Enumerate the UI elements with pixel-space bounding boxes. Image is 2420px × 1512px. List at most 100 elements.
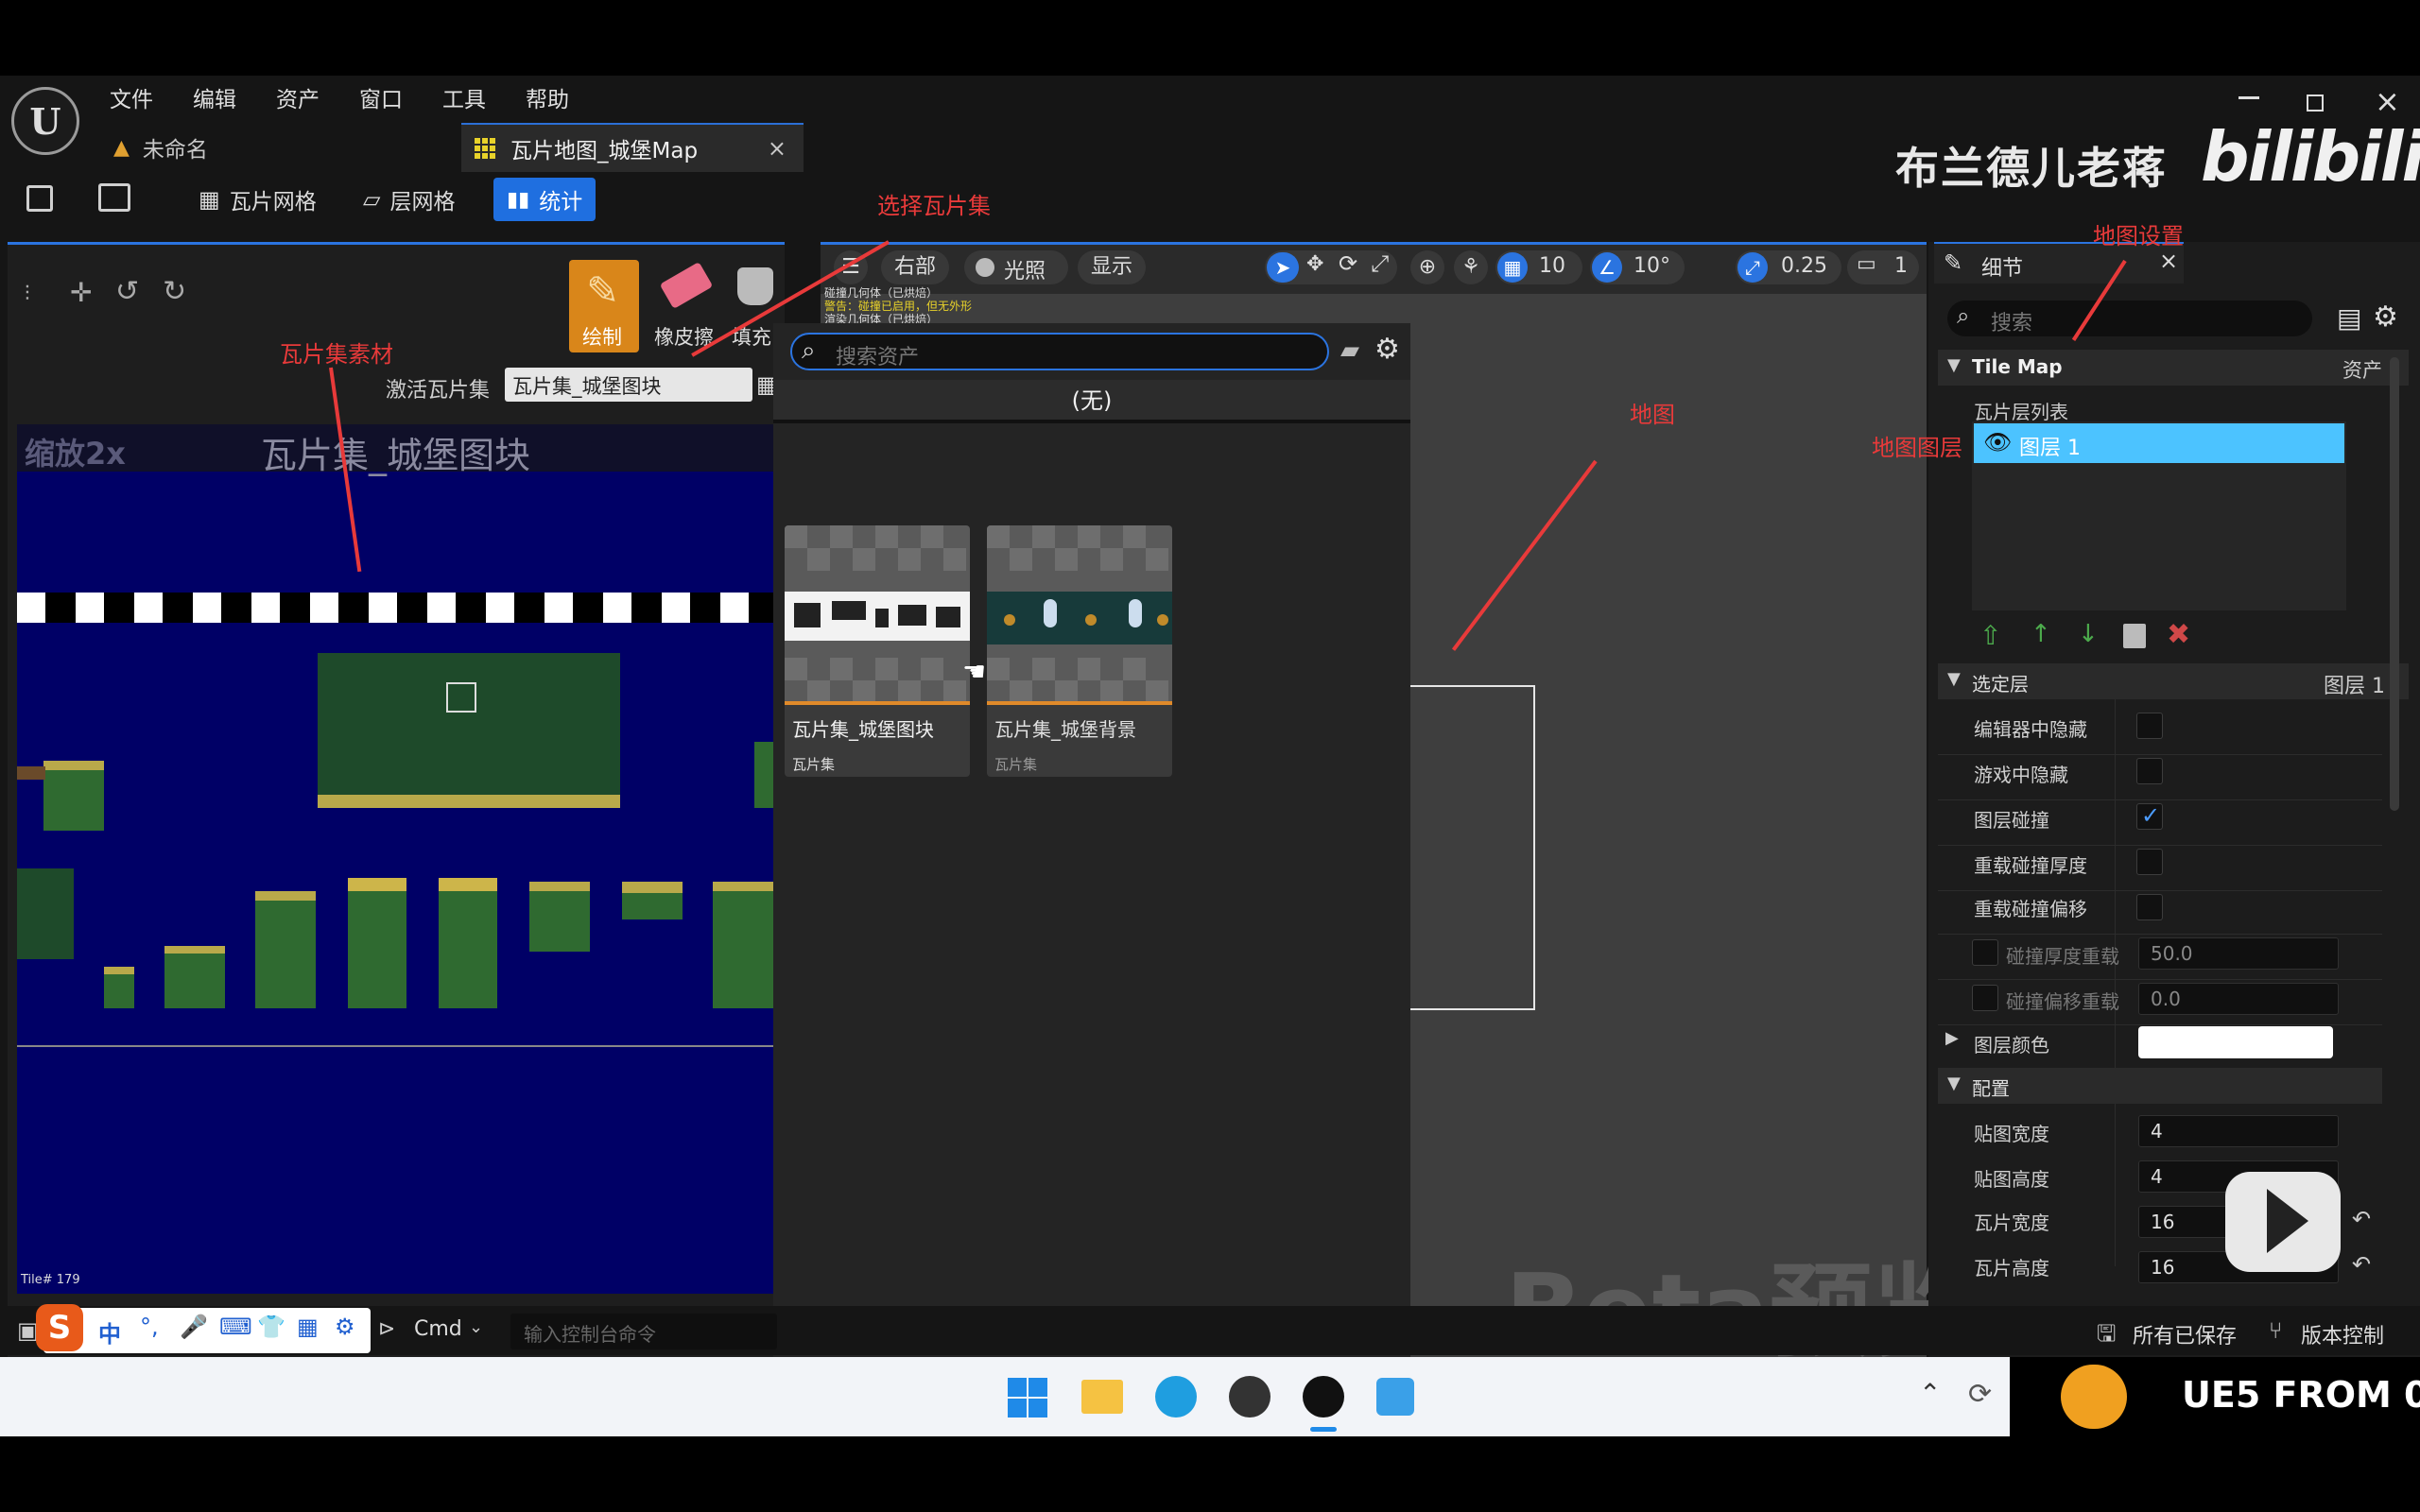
- stats-button[interactable]: ▮▮ 统计: [493, 178, 596, 221]
- collision-thickness-checkbox[interactable]: [1972, 939, 1998, 966]
- chevron-up-icon[interactable]: ⌃: [1919, 1378, 1941, 1409]
- chevron-right-icon[interactable]: ▶: [1945, 1028, 1959, 1048]
- scale-snap-icon: ⤢: [1737, 252, 1768, 283]
- world-icon[interactable]: ⊕: [1410, 250, 1444, 284]
- details-search[interactable]: ⌕ 搜索: [1947, 301, 2312, 336]
- apps-icon[interactable]: ▦: [297, 1314, 319, 1340]
- tile-grid-button[interactable]: ▦ 瓦片网格: [185, 178, 330, 221]
- layer-color-swatch[interactable]: [2138, 1026, 2333, 1058]
- show-button[interactable]: 显示: [1078, 250, 1147, 284]
- obs-icon[interactable]: [1229, 1376, 1270, 1418]
- cmd-dropdown[interactable]: ⊳ Cmd ⌄: [378, 1315, 495, 1348]
- eraser-tool-button[interactable]: 橡皮擦: [650, 260, 720, 352]
- console-input[interactable]: 输入控制台命令: [510, 1314, 777, 1349]
- section-selected-layer[interactable]: ▼ 选定层 图层 1: [1938, 663, 2409, 699]
- restore-icon[interactable]: [2307, 94, 2324, 112]
- rotate-icon[interactable]: ⟳: [1339, 250, 1357, 277]
- table-view-icon[interactable]: ▤: [2337, 302, 2361, 334]
- keyboard-icon[interactable]: ⌨: [219, 1314, 252, 1340]
- folder-icon[interactable]: ▰: [1340, 336, 1359, 365]
- tile-height-label: 瓦片高度: [1974, 1257, 2049, 1280]
- delete-icon[interactable]: ✖: [2167, 618, 2190, 651]
- collision-offset-field[interactable]: 0.0: [2138, 983, 2339, 1015]
- photos-icon[interactable]: [1376, 1378, 1414, 1416]
- menu-window[interactable]: 窗口: [359, 81, 403, 113]
- play-overlay-icon[interactable]: [2225, 1172, 2341, 1272]
- chevron-down-icon: ▼: [1947, 355, 1961, 375]
- move-up-icon[interactable]: ↑: [2031, 620, 2051, 648]
- settings-icon[interactable]: ⚙: [1374, 333, 1400, 366]
- menu-file[interactable]: 文件: [110, 81, 153, 113]
- layer-collision-checkbox[interactable]: ✓: [2136, 802, 2163, 830]
- snap-surface-icon[interactable]: ⚘: [1454, 250, 1488, 284]
- sync-icon[interactable]: ⟳: [1968, 1378, 1992, 1411]
- select-icon[interactable]: ➤: [1267, 252, 1299, 283]
- override-thickness-checkbox[interactable]: [2136, 849, 2163, 875]
- windows-start-icon[interactable]: [1008, 1378, 1047, 1418]
- move-icon[interactable]: ✛: [70, 277, 92, 308]
- close-window-icon[interactable]: ×: [2375, 83, 2400, 119]
- selected-layer-title: 选定层: [1972, 673, 2029, 696]
- gear-icon[interactable]: ⚙: [335, 1314, 355, 1340]
- reset-icon[interactable]: ↶: [2352, 1206, 2371, 1232]
- scale-snap-button[interactable]: ⤢ 0.25: [1736, 250, 1841, 284]
- grid-snap-button[interactable]: ▦ 10: [1495, 250, 1582, 284]
- menu-tools[interactable]: 工具: [442, 81, 486, 113]
- active-tileset-field[interactable]: 瓦片集_城堡图块: [505, 368, 752, 402]
- section-tilemap[interactable]: ▼ Tile Map 资产: [1938, 350, 2409, 386]
- tab-untitled[interactable]: ▲ 未命名: [113, 123, 454, 172]
- override-offset-checkbox[interactable]: [2136, 894, 2163, 920]
- view-mode-button[interactable]: 右部: [881, 250, 950, 284]
- tab-tilemap[interactable]: 瓦片地图_城堡Map ×: [461, 123, 804, 172]
- tileset-canvas[interactable]: 缩放2x 瓦片集_城堡图块 Tile# 179: [17, 424, 775, 1294]
- close-icon[interactable]: ×: [768, 135, 786, 162]
- minimize-icon[interactable]: [2238, 96, 2259, 99]
- map-width-field[interactable]: 4: [2138, 1115, 2339, 1147]
- settings-icon[interactable]: ⚙: [2373, 301, 2398, 334]
- rot-snap-button[interactable]: ∠ 10°: [1590, 250, 1685, 284]
- edge-icon[interactable]: [1155, 1376, 1197, 1418]
- grid-snap-value: 10: [1539, 254, 1565, 278]
- eye-icon[interactable]: 👁: [1983, 429, 2012, 455]
- file-explorer-icon[interactable]: [1081, 1380, 1123, 1414]
- ime-lang[interactable]: 中: [98, 1315, 121, 1349]
- collision-thickness-field[interactable]: 50.0: [2138, 937, 2339, 970]
- mic-icon[interactable]: 🎤: [180, 1314, 208, 1340]
- rotate-ccw-icon[interactable]: ↺: [115, 275, 139, 308]
- skin-icon[interactable]: 👕: [257, 1314, 285, 1340]
- menu-edit[interactable]: 编辑: [193, 81, 236, 113]
- section-config[interactable]: ▼ 配置: [1938, 1068, 2382, 1104]
- add-layer-icon[interactable]: ⇧: [1979, 620, 2001, 651]
- move-down-icon[interactable]: ↓: [2078, 620, 2099, 648]
- punct-icon[interactable]: °,: [140, 1314, 159, 1340]
- sogou-icon[interactable]: S: [36, 1304, 83, 1351]
- collision-offset-checkbox[interactable]: [1972, 985, 1998, 1011]
- menu-asset[interactable]: 资产: [276, 81, 320, 113]
- save-icon[interactable]: [26, 185, 53, 212]
- menu-help[interactable]: 帮助: [526, 81, 569, 113]
- layer-grid-button[interactable]: ▱ 层网格: [350, 178, 468, 221]
- hide-in-editor-checkbox[interactable]: [2136, 713, 2163, 739]
- close-icon[interactable]: ×: [2159, 248, 2178, 274]
- unreal-logo-icon[interactable]: U: [11, 87, 79, 155]
- hide-in-game-checkbox[interactable]: [2136, 758, 2163, 784]
- tile-map-bounds[interactable]: [1410, 685, 1535, 1010]
- scale-icon[interactable]: ⤢: [1371, 250, 1389, 277]
- asset-search-box[interactable]: ⌕ 搜索资产: [790, 333, 1329, 370]
- camera-speed-button[interactable]: ▭ 1: [1847, 250, 1919, 284]
- details-scrollbar[interactable]: [2390, 357, 2399, 811]
- asset-tile[interactable]: 瓦片集_城堡图块 瓦片集: [785, 525, 970, 777]
- duplicate-icon[interactable]: [2123, 624, 2146, 648]
- none-option[interactable]: (无): [773, 380, 1410, 423]
- flip-icon[interactable]: ⫶: [25, 283, 30, 306]
- browse-icon[interactable]: [98, 183, 130, 212]
- paint-tool-button[interactable]: ✎ 绘制: [569, 260, 639, 352]
- active-tileset-value: 瓦片集_城堡图块: [512, 375, 662, 398]
- layer-item[interactable]: 👁 图层 1: [1974, 423, 2344, 463]
- translate-icon[interactable]: ✥: [1306, 252, 1323, 276]
- reset-icon[interactable]: ↶: [2352, 1251, 2371, 1278]
- asset-tile[interactable]: 瓦片集_城堡背景 瓦片集: [987, 525, 1172, 777]
- rotate-cw-icon[interactable]: ↻: [163, 275, 186, 308]
- lit-button[interactable]: 光照: [964, 250, 1068, 284]
- unreal-taskbar-icon[interactable]: [1303, 1376, 1344, 1418]
